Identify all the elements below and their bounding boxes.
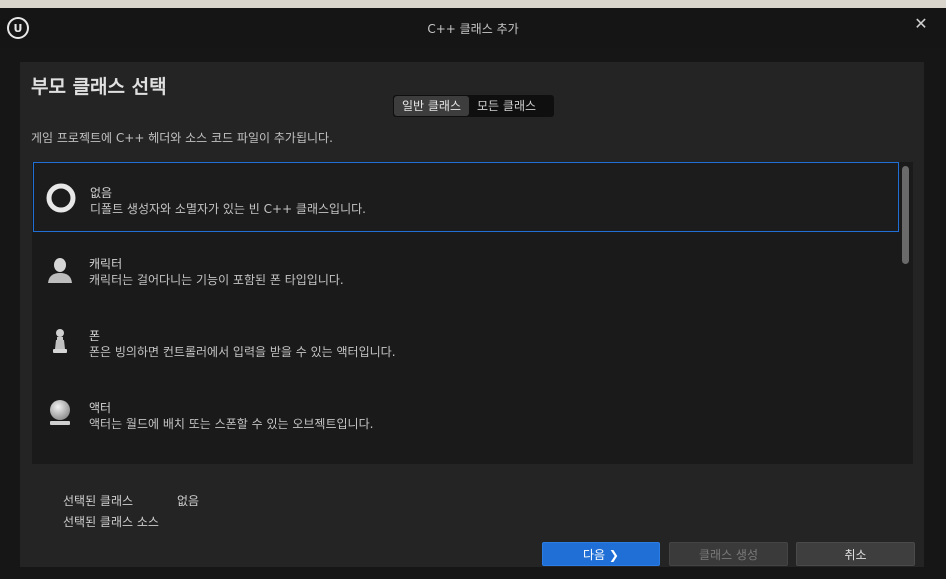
close-icon[interactable]: ✕: [912, 15, 930, 33]
class-name: 액터: [89, 401, 112, 415]
next-button[interactable]: 다음 ❯: [542, 542, 660, 566]
selected-class-value: 없음: [177, 494, 200, 508]
class-name: 캐릭터: [89, 257, 123, 271]
class-item-character[interactable]: 캐릭터 캐릭터는 걸어다니는 기능이 포함된 폰 타입입니다.: [33, 234, 899, 304]
parent-class-panel: 부모 클래스 선택 일반 클래스 모든 클래스 게임 프로젝트에 C++ 헤더와…: [20, 62, 924, 567]
tab-common-classes[interactable]: 일반 클래스: [394, 96, 470, 116]
class-item-actor[interactable]: 액터 액터는 월드에 배치 또는 스폰할 수 있는 오브젝트입니다.: [33, 378, 899, 448]
class-description: 캐릭터는 걸어다니는 기능이 포함된 폰 타입입니다.: [89, 273, 344, 287]
class-item-none[interactable]: 없음 디폴트 생성자와 소멸자가 있는 빈 C++ 클래스입니다.: [33, 162, 899, 232]
none-ring-icon: [46, 183, 76, 213]
selected-class-source-label: 선택된 클래스 소스: [63, 515, 159, 529]
pawn-icon: [45, 326, 75, 356]
class-list: 없음 디폴트 생성자와 소멸자가 있는 빈 C++ 클래스입니다. 캐릭터 캐릭…: [32, 162, 913, 464]
dialog-window: U C++ 클래스 추가 ✕ 부모 클래스 선택 일반 클래스 모든 클래스 게…: [0, 8, 946, 579]
tab-all-classes[interactable]: 모든 클래스: [469, 96, 544, 116]
class-filter-toggle: 일반 클래스 모든 클래스: [393, 95, 554, 117]
class-description: 폰은 빙의하면 컨트롤러에서 입력을 받을 수 있는 액터입니다.: [89, 345, 396, 359]
selected-class-label: 선택된 클래스: [63, 494, 134, 508]
class-description: 디폴트 생성자와 소멸자가 있는 빈 C++ 클래스입니다.: [90, 202, 366, 216]
page-title: 부모 클래스 선택: [31, 76, 167, 98]
class-name: 없음: [90, 186, 113, 200]
cancel-button[interactable]: 취소: [796, 542, 915, 566]
class-description: 액터는 월드에 배치 또는 스폰할 수 있는 오브젝트입니다.: [89, 417, 374, 431]
title-bar[interactable]: U C++ 클래스 추가 ✕: [0, 8, 946, 48]
character-icon: [45, 254, 75, 284]
list-scrollbar[interactable]: [899, 163, 913, 463]
window-title: C++ 클래스 추가: [427, 22, 519, 36]
panel-description: 게임 프로젝트에 C++ 헤더와 소스 코드 파일이 추가됩니다.: [31, 131, 333, 145]
create-class-button[interactable]: 클래스 생성: [669, 542, 788, 566]
class-name: 폰: [89, 329, 101, 343]
class-item-pawn[interactable]: 폰 폰은 빙의하면 컨트롤러에서 입력을 받을 수 있는 액터입니다.: [33, 306, 899, 376]
scrollbar-thumb[interactable]: [902, 166, 909, 264]
actor-sphere-icon: [45, 398, 75, 428]
